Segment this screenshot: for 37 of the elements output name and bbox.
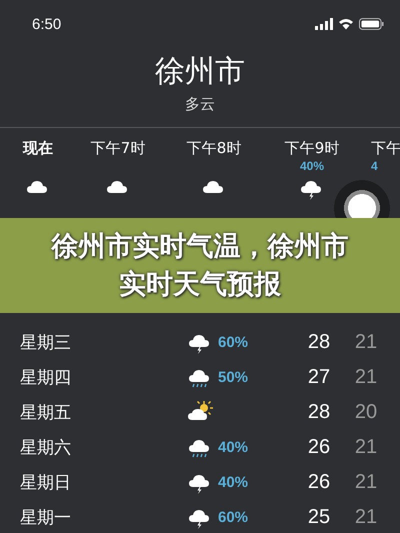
precipitation-chance: 60% bbox=[218, 509, 248, 526]
precipitation-chance: 4 bbox=[371, 159, 378, 173]
low-temperature: 21 bbox=[354, 436, 378, 459]
assistive-touch-button[interactable] bbox=[334, 180, 390, 218]
low-temperature: 21 bbox=[354, 471, 378, 494]
precipitation-chance: 40% bbox=[218, 474, 248, 491]
precipitation-chance: 60% bbox=[218, 334, 248, 351]
high-temperature: 26 bbox=[306, 471, 332, 494]
city-name: 徐州市 bbox=[154, 53, 246, 91]
hour-label: 下午8时 bbox=[186, 138, 242, 158]
high-temperature: 27 bbox=[306, 366, 332, 389]
low-temperature: 20 bbox=[354, 401, 378, 424]
high-temperature: 26 bbox=[306, 436, 332, 459]
high-temperature: 28 bbox=[306, 401, 332, 424]
signal-icon bbox=[315, 17, 333, 31]
hour-label: 下午7时 bbox=[90, 138, 146, 158]
day-name: 星期六 bbox=[19, 437, 72, 459]
banner-title: 徐州市实时气温，徐州市实时天气预报 bbox=[50, 230, 350, 302]
day-name: 星期四 bbox=[19, 367, 72, 389]
hour-label: 现在 bbox=[23, 138, 53, 158]
high-temperature: 25 bbox=[306, 506, 332, 529]
battery-icon bbox=[359, 18, 384, 30]
precipitation-chance: 40% bbox=[300, 159, 324, 173]
hour-label: 下午9时 bbox=[284, 138, 340, 158]
low-temperature: 21 bbox=[354, 331, 378, 354]
day-name: 星期一 bbox=[19, 507, 72, 529]
low-temperature: 21 bbox=[354, 366, 378, 389]
precipitation-chance: 40% bbox=[218, 439, 248, 456]
high-temperature: 28 bbox=[306, 331, 332, 354]
wifi-icon bbox=[338, 17, 354, 31]
low-temperature: 21 bbox=[354, 506, 378, 529]
day-name: 星期日 bbox=[19, 472, 72, 494]
status-time: 6:50 bbox=[32, 16, 62, 32]
precipitation-chance: 50% bbox=[218, 369, 248, 386]
day-name: 星期三 bbox=[19, 332, 72, 354]
weather-condition: 多云 bbox=[184, 94, 216, 115]
day-name: 星期五 bbox=[19, 402, 72, 424]
